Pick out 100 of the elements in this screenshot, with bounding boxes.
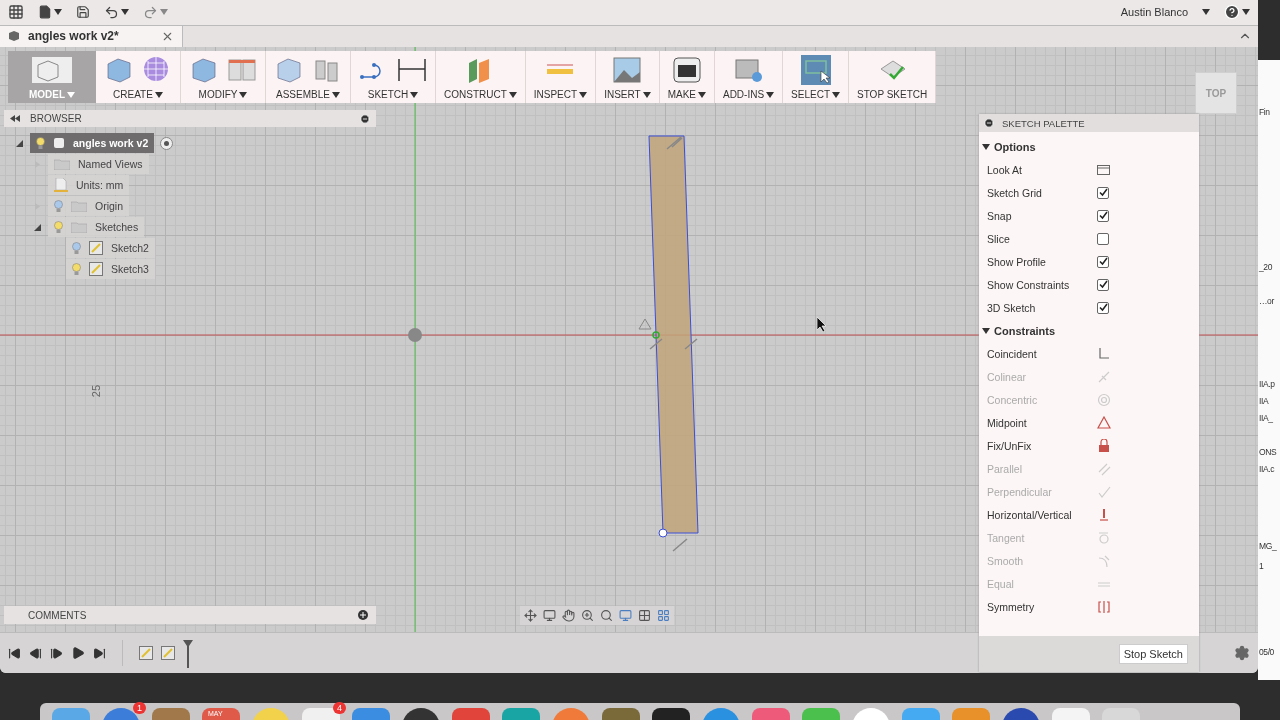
last-frame-icon[interactable] [93,646,106,660]
expanded-arrow-icon[interactable] [33,223,41,231]
window-text: 05/0 [1258,647,1275,658]
toolbar-group[interactable]: SKETCH [351,51,436,103]
orbit-icon[interactable] [524,609,537,622]
push-pull-icon[interactable] [189,55,219,85]
checkbox[interactable] [1097,209,1109,222]
palette-label: Midpoint [987,416,1028,429]
fix-constraint-icon[interactable] [1097,438,1111,453]
palette-label: Horizontal/Vertical [987,508,1073,521]
collapse-left-icon[interactable] [10,115,20,122]
toolbar-group[interactable]: ASSEMBLE [266,51,351,103]
palette-label: Concentric [987,393,1039,406]
tree-item[interactable]: angles work v2 [30,133,155,153]
grid-icon[interactable] [638,609,651,622]
checkbox[interactable] [1097,255,1109,268]
help-icon[interactable] [1224,4,1250,21]
caret-icon [579,91,588,98]
redo-icon[interactable] [143,4,168,20]
viewports-icon[interactable] [657,609,670,622]
tree-item[interactable]: Sketch3 [66,259,155,279]
checkbox[interactable] [1097,232,1109,245]
toolbar-group[interactable]: ADD-INS [714,51,784,103]
save-icon[interactable] [76,5,90,20]
browser-header[interactable]: BROWSER [4,110,376,127]
notification-badge: 4 [333,702,346,714]
checkbox[interactable] [1097,278,1109,291]
toolbar-group[interactable]: STOP SKETCH [849,51,937,103]
symmetry-constraint-icon[interactable] [1097,599,1111,614]
minimize-icon[interactable] [984,118,994,128]
new-component-icon[interactable] [274,55,304,85]
minimize-icon[interactable] [360,113,370,124]
timeline-marker-icon[interactable] [183,638,193,668]
user-menu[interactable]: Austin Blanco [1120,6,1188,19]
expanded-arrow-icon[interactable] [982,326,990,335]
comments-header[interactable]: COMMENTS [4,606,376,624]
coincident-constraint-icon[interactable] [1097,346,1111,361]
ruler-label: 25 [90,384,103,398]
palette-title: SKETCH PALETTE [1002,117,1085,129]
palette-label: Parallel [987,462,1024,475]
cubes-icon [30,55,74,85]
toolbar-group[interactable]: MODIFY [181,51,266,103]
horizontal-constraint-icon[interactable] [1097,507,1111,522]
expanded-arrow-icon[interactable] [15,139,23,147]
checkbox[interactable] [1097,186,1109,199]
box-icon[interactable] [104,55,134,85]
notification-badge: 1 [133,702,146,714]
folder-icon [54,158,70,170]
window-text: IIA.c [1258,464,1275,475]
toolbar-group[interactable]: MAKE [659,51,715,103]
palette-label: Slice [987,232,1011,245]
display-icon[interactable] [619,609,632,622]
folder-icon [71,200,87,212]
window-text: _20 [1258,262,1273,273]
stop-sketch-button[interactable]: Stop Sketch [1118,644,1188,664]
document-tab[interactable]: angles work v2* [0,25,183,47]
light-bulb-icon[interactable] [36,136,45,150]
caret-icon [1242,9,1250,16]
image-icon[interactable] [612,55,643,85]
add-icon[interactable] [358,610,368,620]
tree-item[interactable]: Origin [48,196,129,216]
caret-icon [121,9,129,16]
undo-icon[interactable] [104,4,129,20]
caret-icon [642,91,651,98]
light-bulb-icon[interactable] [54,220,63,234]
look-at-icon[interactable] [543,609,556,622]
zoom-icon[interactable] [581,609,594,622]
toolbar-group[interactable]: INSERT [596,51,660,103]
tree-item[interactable]: Sketch2 [66,238,155,258]
printer-icon[interactable] [671,55,702,85]
window-text: MG_ [1258,541,1278,552]
light-bulb-icon[interactable] [72,262,81,276]
toolbar-group[interactable]: INSPECT [525,51,597,103]
first-frame-icon[interactable] [8,646,21,660]
toolbar-group[interactable]: CONSTRUCT [436,51,526,103]
document-icon [54,178,68,192]
checkbox[interactable] [1097,301,1109,314]
play-icon[interactable] [71,646,85,660]
caret-icon [160,9,168,16]
file-menu-icon[interactable] [38,5,62,20]
tree-item[interactable]: Named Views [48,154,149,174]
apps-grid-icon[interactable] [8,4,24,21]
pan-icon[interactable] [562,609,575,622]
window-text: Fin [1258,107,1271,118]
toolbar-group[interactable]: SELECT [783,51,849,103]
window-text: IIA_ [1258,413,1274,424]
section-title[interactable]: Options [994,140,1036,153]
midpoint-constraint-icon[interactable] [1097,415,1111,430]
expanded-arrow-icon[interactable] [982,142,990,151]
tree-item[interactable]: Sketches [48,217,145,237]
section-title[interactable]: Constraints [994,324,1056,337]
window-text: …or [1258,296,1275,307]
step-forward-icon[interactable] [50,646,63,660]
palette-label: Tangent [987,531,1026,544]
toolbar-group[interactable]: CREATE [96,51,181,103]
zoom-window-icon[interactable] [600,609,613,622]
look-at-icon[interactable] [1097,164,1110,175]
settings-icon[interactable] [1234,645,1250,661]
step-back-icon[interactable] [29,646,42,660]
tree-item[interactable]: Units: mm [48,175,130,195]
